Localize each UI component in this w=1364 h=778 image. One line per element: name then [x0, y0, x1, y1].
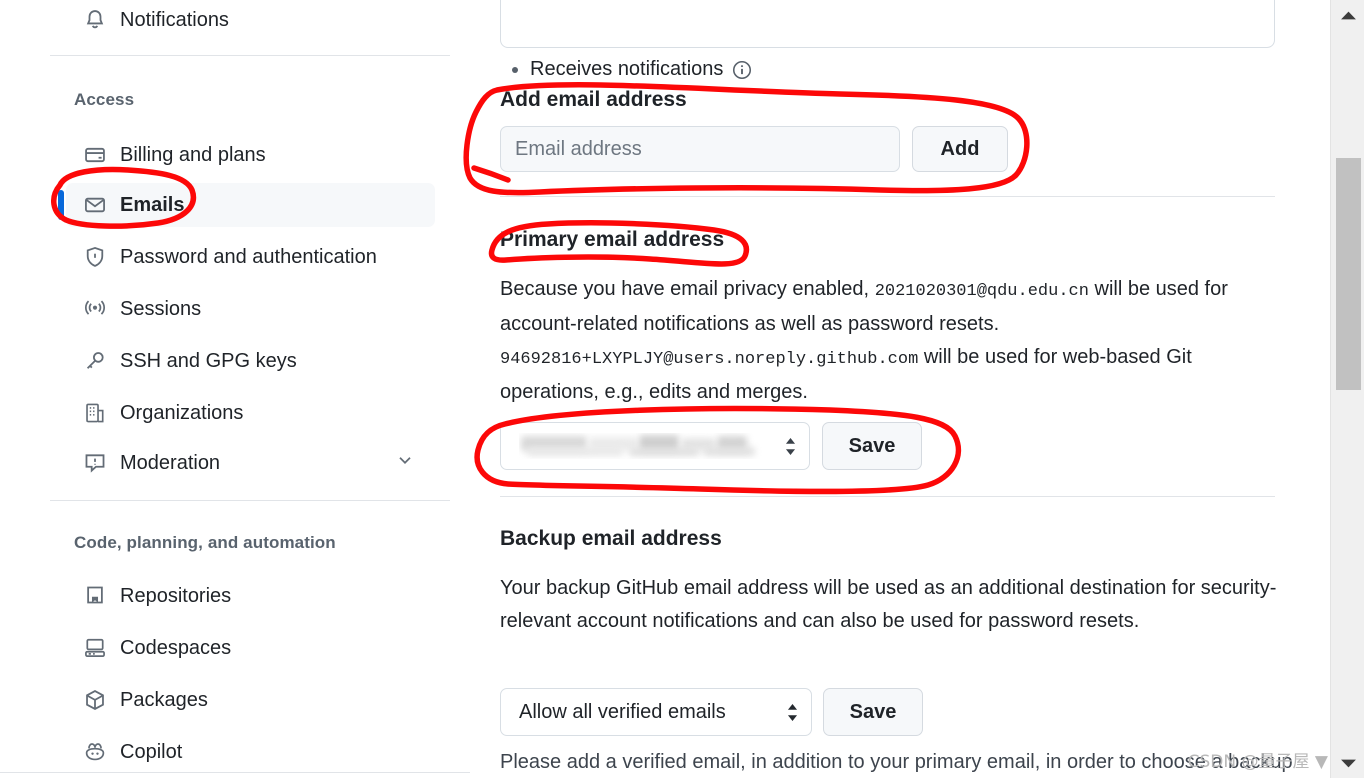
select-stepper-arrows-icon: [784, 437, 797, 456]
sidebar-item-notifications[interactable]: Notifications: [66, 0, 435, 42]
primary-email-address-value: 2021020301@qdu.edu.cn: [874, 282, 1089, 301]
backup-email-save-button[interactable]: Save: [823, 688, 923, 736]
receives-notifications-row: Receives notifications: [530, 58, 752, 81]
sidebar-item-emails[interactable]: Emails: [66, 183, 435, 227]
sidebar-item-sessions[interactable]: Sessions: [66, 287, 435, 331]
sidebar-item-organizations[interactable]: Organizations: [66, 391, 435, 435]
watermark-text: CSDN @量子屋: [1187, 752, 1310, 772]
backup-email-select-value: Allow all verified emails: [519, 700, 726, 723]
watermark-caret-icon: ▼: [1314, 752, 1328, 772]
sidebar-item-label: Copilot: [120, 740, 183, 763]
backup-email-select[interactable]: Allow all verified emails: [500, 688, 812, 736]
section-divider-2: [500, 496, 1275, 497]
sidebar-item-repositories[interactable]: Repositories: [66, 574, 435, 618]
add-email-input-placeholder: Email address: [515, 137, 642, 160]
key-icon: [84, 350, 106, 372]
bell-icon: [84, 9, 106, 31]
sidebar-item-label: Codespaces: [120, 636, 232, 659]
backup-email-description: Your backup GitHub email address will be…: [500, 577, 1277, 632]
primary-email-select[interactable]: [500, 422, 810, 470]
codespaces-icon: [84, 637, 106, 659]
sidebar-divider-2: [50, 500, 450, 501]
sidebar-item-label: Organizations: [120, 401, 244, 424]
sidebar-item-label: Repositories: [120, 584, 232, 607]
organization-icon: [84, 402, 106, 424]
sidebar-item-billing-and-plans[interactable]: Billing and plans: [66, 133, 435, 177]
notification-card: [500, 0, 1275, 48]
sidebar-section-code-title: Code, planning, and automation: [74, 533, 336, 552]
app-root: Notifications Access Billing and plans E…: [0, 0, 1364, 778]
sidebar-section-access-title: Access: [74, 90, 135, 109]
sidebar-divider-3: [0, 772, 470, 773]
sidebar-item-ssh-and-gpg-keys[interactable]: SSH and GPG keys: [66, 339, 435, 383]
sidebar-item-copilot[interactable]: Copilot: [66, 730, 435, 774]
add-email-button[interactable]: Add: [912, 126, 1008, 172]
info-icon[interactable]: [732, 60, 752, 80]
sidebar-item-moderation[interactable]: Moderation: [66, 441, 435, 485]
shield-lock-icon: [84, 246, 106, 268]
sidebar-item-label: Sessions: [120, 297, 202, 320]
copilot-icon: [84, 741, 106, 763]
list-bullet: [512, 67, 518, 73]
csdn-watermark: CSDN @量子屋 ▼: [1188, 747, 1328, 772]
sidebar-item-label: Packages: [120, 688, 208, 711]
sidebar-active-indicator: [58, 190, 64, 220]
primary-email-heading: Primary email address: [500, 228, 725, 251]
broadcast-icon: [84, 298, 106, 320]
sidebar-item-label: Password and authentication: [120, 245, 377, 268]
package-icon: [84, 689, 106, 711]
primary-email-desc-prefix: Because you have email privacy enabled,: [500, 278, 870, 300]
primary-email-select-value-redacted: [519, 433, 770, 459]
primary-email-description: Because you have email privacy enabled, …: [500, 273, 1282, 409]
select-stepper-arrows-icon: [786, 703, 799, 722]
repo-icon: [84, 585, 106, 607]
add-email-heading: Add email address: [500, 88, 687, 111]
sidebar-item-label: Billing and plans: [120, 143, 266, 166]
sidebar-item-password-and-authentication[interactable]: Password and authentication: [66, 235, 435, 279]
primary-email-save-button[interactable]: Save: [822, 422, 922, 470]
sidebar-divider-1: [50, 55, 450, 56]
scrollbar-up-arrow-icon[interactable]: [1331, 0, 1364, 30]
section-divider-1: [500, 196, 1275, 197]
scrollbar-down-arrow-icon[interactable]: [1331, 748, 1364, 778]
sidebar-item-label: Emails: [120, 193, 185, 216]
scrollbar-thumb[interactable]: [1336, 158, 1361, 390]
noreply-email-address-value: 94692816+LXYPLJY@users.noreply.github.co…: [500, 350, 919, 369]
sidebar-item-packages[interactable]: Packages: [66, 678, 435, 722]
settings-sidebar: Notifications Access Billing and plans E…: [0, 0, 470, 778]
receives-notifications-label: Receives notifications: [530, 58, 724, 80]
sidebar-item-codespaces[interactable]: Codespaces: [66, 626, 435, 670]
credit-card-icon: [84, 144, 106, 166]
sidebar-item-label: Moderation: [120, 451, 221, 474]
sidebar-item-label: SSH and GPG keys: [120, 349, 297, 372]
backup-email-heading: Backup email address: [500, 527, 722, 550]
emails-settings-panel: Receives notifications Add email address…: [470, 0, 1330, 778]
add-email-input[interactable]: Email address: [500, 126, 900, 172]
page-scrollbar[interactable]: [1330, 0, 1364, 778]
report-icon: [84, 452, 106, 474]
sidebar-item-label: Notifications: [120, 8, 229, 31]
chevron-down-icon[interactable]: [395, 450, 415, 476]
mail-icon: [84, 194, 106, 216]
